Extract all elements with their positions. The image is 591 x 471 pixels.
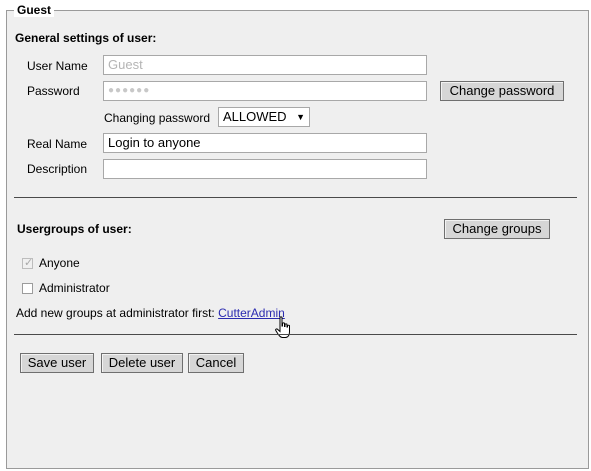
general-settings-heading: General settings of user: xyxy=(15,31,157,45)
hand-pointer-icon xyxy=(275,316,290,338)
username-field: Guest xyxy=(103,55,427,75)
add-groups-text: Add new groups at administrator first: C… xyxy=(16,306,285,320)
realname-field[interactable]: Login to anyone xyxy=(103,133,427,153)
group-anyone-checkbox: ✓ xyxy=(22,257,34,269)
password-field[interactable]: ●●●●●● xyxy=(103,81,427,101)
section-divider-bottom xyxy=(14,334,577,335)
realname-label: Real Name xyxy=(27,137,88,151)
description-field[interactable] xyxy=(103,159,427,179)
group-administrator-label: Administrator xyxy=(39,281,110,295)
description-label: Description xyxy=(27,162,88,176)
username-label: User Name xyxy=(27,59,88,73)
changing-password-label: Changing password xyxy=(104,111,211,125)
usergroups-heading: Usergroups of user: xyxy=(17,222,132,236)
panel-title: Guest xyxy=(14,3,55,17)
add-groups-hint: Add new groups at administrator first: xyxy=(16,306,215,320)
section-divider xyxy=(14,197,577,198)
change-groups-button[interactable]: Change groups xyxy=(444,219,550,239)
chevron-down-icon: ▼ xyxy=(296,112,305,122)
group-anyone-label: Anyone xyxy=(39,256,80,270)
checkmark-icon: ✓ xyxy=(24,257,34,269)
cancel-button[interactable]: Cancel xyxy=(188,353,244,373)
delete-user-button[interactable]: Delete user xyxy=(101,353,183,373)
group-administrator-checkbox[interactable] xyxy=(22,283,33,294)
save-user-button[interactable]: Save user xyxy=(20,353,94,373)
changing-password-value: ALLOWED xyxy=(223,109,287,124)
user-settings-panel: General settings of user: User Name Gues… xyxy=(6,10,589,469)
change-password-button[interactable]: Change password xyxy=(440,81,564,101)
changing-password-select[interactable]: ALLOWED ▼ xyxy=(218,107,310,127)
password-label: Password xyxy=(27,84,80,98)
